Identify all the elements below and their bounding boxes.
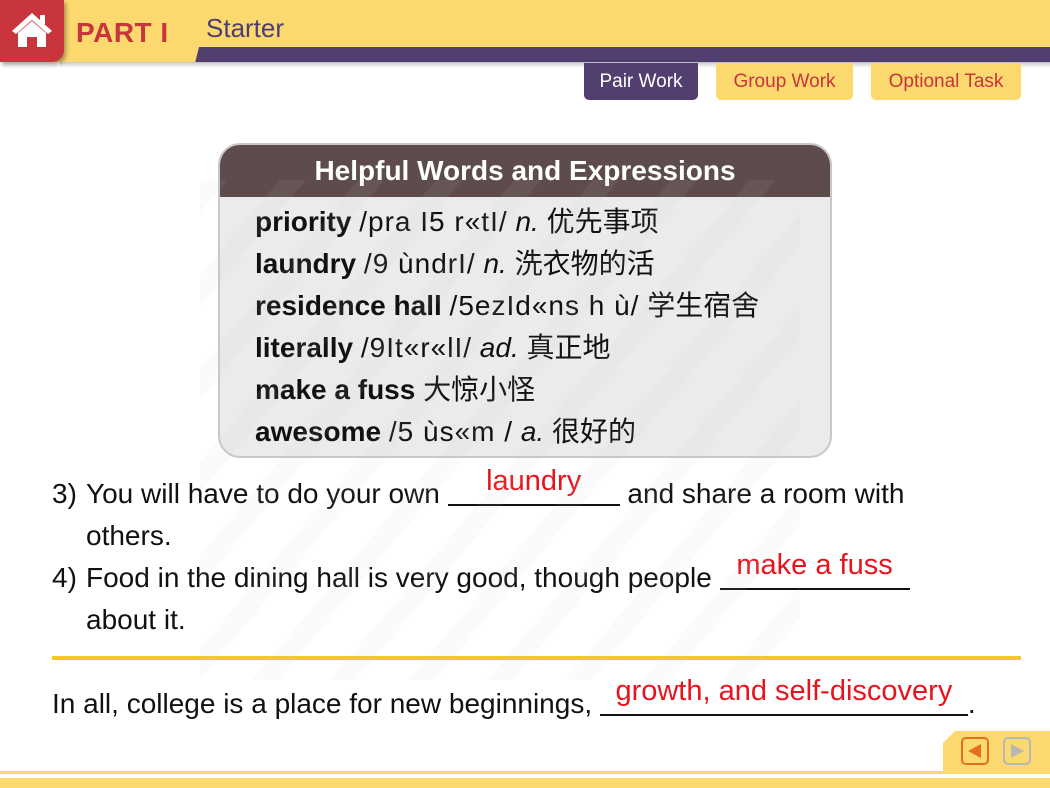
answer-blank[interactable]: growth, and self-discovery (599, 675, 968, 716)
vocab-phonetic: /9 ùndrI/ (363, 248, 476, 279)
vocab-item: priority /pra I5 r«tI/ n. 优先事项 (255, 201, 830, 243)
nav-panel (943, 731, 1050, 771)
vocab-word: residence hall (255, 290, 442, 321)
vocab-phonetic: /5 ùs«m / (388, 416, 514, 447)
part-label: PART I (76, 17, 169, 48)
exercise-number: 3) (52, 478, 77, 509)
previous-button[interactable] (961, 737, 989, 765)
section-title: Starter (206, 13, 285, 43)
vocab-item: laundry /9 ùndrI/ n. 洗衣物的活 (255, 243, 830, 285)
vocab-word: priority (255, 206, 352, 237)
vocab-part-of-speech: ad. (479, 332, 519, 363)
vocab-part-of-speech: n. (483, 248, 507, 279)
footer-bar (0, 778, 1050, 788)
vocab-list: priority /pra I5 r«tI/ n. 优先事项 laundry /… (220, 197, 830, 453)
vocab-part-of-speech: n. (515, 206, 539, 237)
answer-blank[interactable]: make a fuss (719, 549, 910, 590)
vocab-meaning: 学生宿舍 (647, 289, 760, 322)
header-accent-stripe (195, 47, 1050, 63)
exercise-3: 3) You will have to do your own laundry a… (52, 465, 905, 510)
panel-title: Helpful Words and Expressions (220, 145, 830, 197)
summary-period: . (967, 688, 976, 719)
helpful-words-panel: Helpful Words and Expressions priority /… (218, 143, 832, 458)
answer-blank[interactable]: laundry (447, 465, 620, 506)
exercise-4: 4) Food in the dining hall is very good, … (52, 549, 910, 594)
exercise-number: 4) (52, 562, 77, 593)
vocab-word: laundry (255, 248, 357, 279)
footer-line (0, 771, 1050, 774)
summary-sentence: In all, college is a place for new begin… (52, 675, 976, 720)
vocab-item: awesome /5 ùs«m / a. 很好的 (255, 411, 830, 453)
vocab-item: make a fuss 大惊小怪 (255, 369, 830, 411)
tab-optional-task[interactable]: Optional Task (871, 63, 1021, 100)
home-button[interactable] (0, 0, 64, 62)
tab-pair-work[interactable]: Pair Work (584, 63, 698, 100)
answer-text: growth, and self-discovery (615, 675, 953, 707)
summary-text: In all, college is a place for new begin… (52, 688, 600, 719)
section-divider (52, 656, 1021, 660)
exercise-text: and share a room with (619, 478, 905, 509)
vocab-item: literally /9It«r«lI/ ad. 真正地 (255, 327, 830, 369)
vocab-part-of-speech: a. (520, 416, 545, 447)
vocab-meaning: 大惊小怪 (423, 373, 536, 406)
answer-text: make a fuss (736, 549, 893, 581)
vocab-word: make a fuss (255, 374, 416, 405)
vocab-meaning: 很好的 (551, 415, 636, 448)
home-icon (10, 9, 54, 54)
vocab-phonetic: /5ezId«ns h ù/ (449, 290, 640, 321)
vocab-phonetic: /pra I5 r«tI/ (359, 206, 508, 237)
tab-group-work[interactable]: Group Work (716, 63, 853, 100)
vocab-item: residence hall /5ezId«ns h ù/ 学生宿舍 (255, 285, 830, 327)
vocab-phonetic: /9It«r«lI/ (360, 332, 473, 363)
vocab-word: literally (255, 332, 354, 363)
vocab-meaning: 洗衣物的活 (514, 247, 655, 280)
exercise-3-continuation: others. (86, 520, 172, 551)
exercise-text: You will have to do your own (86, 478, 448, 509)
exercise-text: Food in the dining hall is very good, th… (86, 562, 720, 593)
vocab-word: awesome (255, 416, 382, 447)
answer-text: laundry (486, 465, 582, 497)
next-button[interactable] (1003, 737, 1031, 765)
exercise-4-continuation: about it. (86, 604, 186, 635)
vocab-meaning: 真正地 (526, 331, 611, 364)
vocab-meaning: 优先事项 (546, 205, 659, 238)
